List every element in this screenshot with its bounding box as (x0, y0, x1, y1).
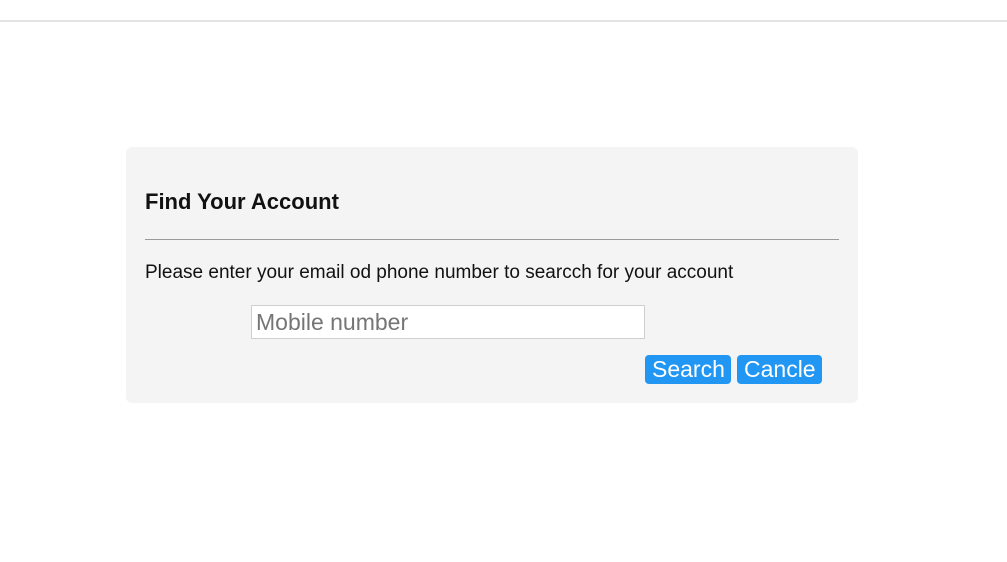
mobile-number-input[interactable] (251, 305, 645, 339)
dialog-title: Find Your Account (145, 189, 339, 214)
find-account-card: Find Your Account Please enter your emai… (126, 147, 858, 403)
top-divider (0, 20, 1007, 22)
title-divider (145, 239, 839, 240)
instructions-text: Please enter your email od phone number … (145, 262, 734, 283)
search-button[interactable]: Search (645, 355, 731, 384)
cancel-button[interactable]: Cancle (737, 355, 822, 384)
